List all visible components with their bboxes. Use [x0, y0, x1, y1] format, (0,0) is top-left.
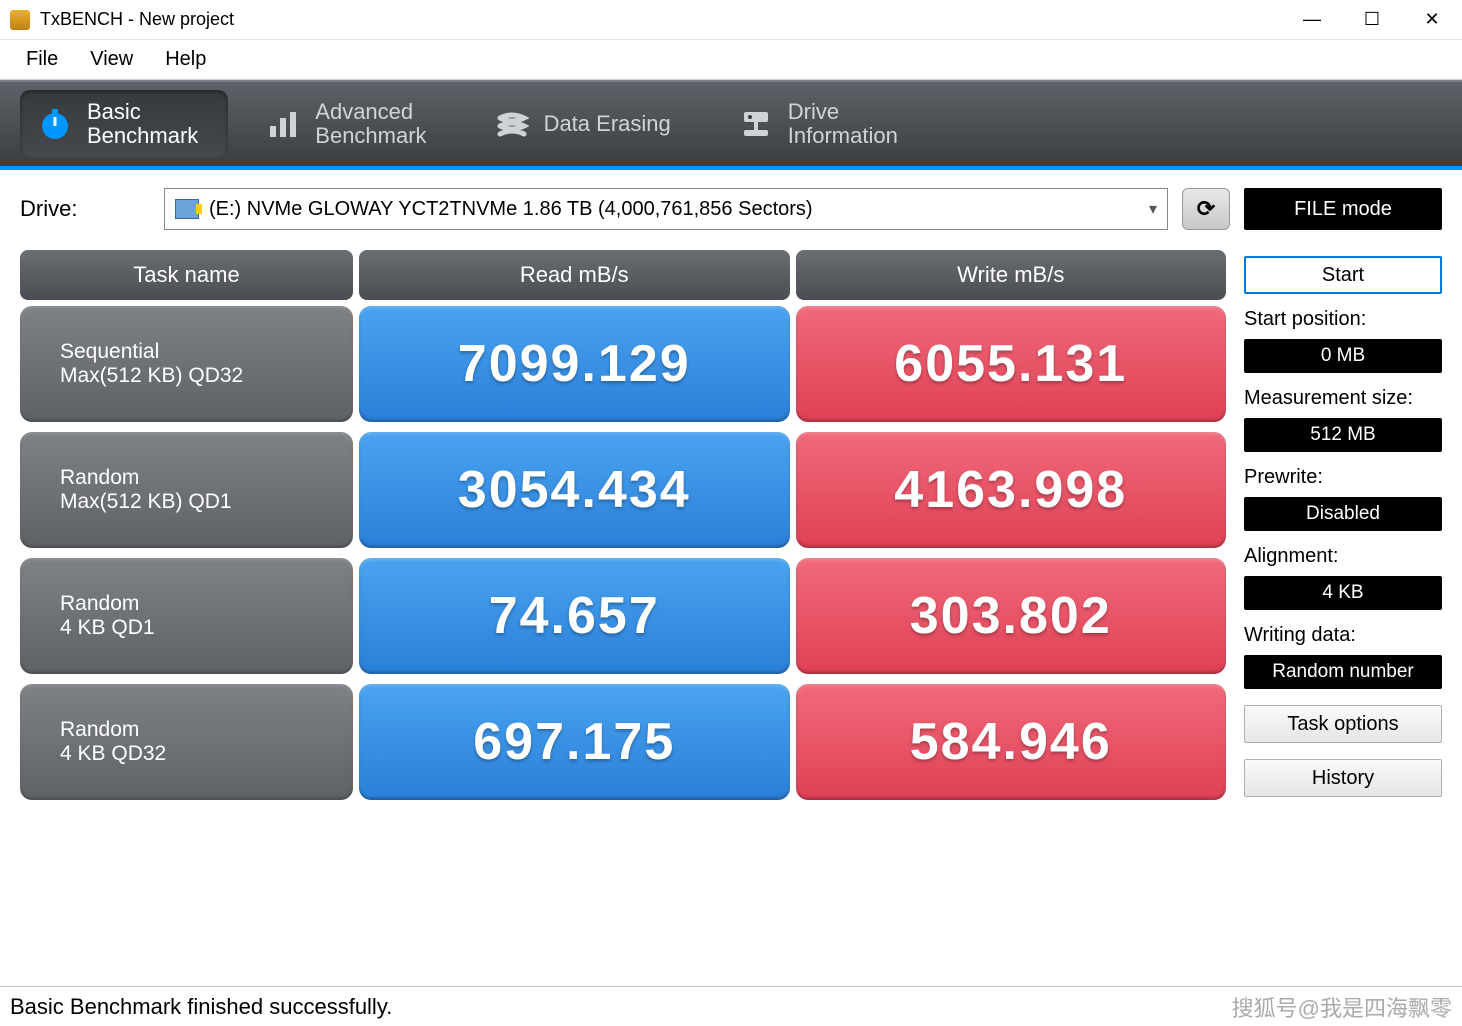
tab-label: Data Erasing	[544, 112, 671, 136]
menubar: File View Help	[0, 40, 1462, 80]
task-name: Random	[60, 718, 353, 742]
write-value: 584.946	[796, 684, 1227, 800]
start-position-label: Start position:	[1244, 308, 1442, 331]
task-cell[interactable]: Random 4 KB QD1	[20, 558, 353, 674]
measurement-size-value[interactable]: 512 MB	[1244, 418, 1442, 452]
header-write: Write mB/s	[796, 250, 1227, 300]
tab-label: Drive	[788, 100, 898, 124]
menu-file[interactable]: File	[10, 42, 74, 77]
menu-help[interactable]: Help	[149, 42, 222, 77]
tabbar: Basic Benchmark Advanced Benchmark Data …	[0, 80, 1462, 170]
task-detail: 4 KB QD1	[60, 616, 353, 640]
sidebar: Start Start position: 0 MB Measurement s…	[1244, 250, 1442, 976]
eraser-icon	[492, 104, 532, 144]
drive-select[interactable]: (E:) NVMe GLOWAY YCT2TNVMe 1.86 TB (4,00…	[164, 188, 1168, 230]
write-value: 4163.998	[796, 432, 1227, 548]
read-value: 3054.434	[359, 432, 790, 548]
prewrite-value[interactable]: Disabled	[1244, 497, 1442, 531]
watermark: 搜狐号@我是四海飘零	[1232, 991, 1452, 1023]
tab-label: Benchmark	[87, 124, 198, 148]
file-mode-button[interactable]: FILE mode	[1244, 188, 1442, 230]
bars-icon	[263, 104, 303, 144]
read-value: 74.657	[359, 558, 790, 674]
prewrite-label: Prewrite:	[1244, 466, 1442, 489]
tab-data-erasing[interactable]: Data Erasing	[477, 94, 701, 154]
read-value: 7099.129	[359, 306, 790, 422]
drive-icon	[736, 104, 776, 144]
refresh-icon: ⟳	[1197, 196, 1215, 222]
minimize-button[interactable]: —	[1282, 0, 1342, 40]
results-header: Task name Read mB/s Write mB/s	[20, 250, 1226, 300]
writing-data-label: Writing data:	[1244, 624, 1442, 647]
task-detail: Max(512 KB) QD32	[60, 364, 353, 388]
disk-icon	[175, 199, 199, 219]
results-panel: Task name Read mB/s Write mB/s Sequentia…	[20, 250, 1226, 976]
task-detail: 4 KB QD32	[60, 742, 353, 766]
start-button[interactable]: Start	[1244, 256, 1442, 294]
tab-label: Advanced	[315, 100, 426, 124]
close-button[interactable]: ✕	[1402, 0, 1462, 40]
titlebar: TxBENCH - New project — ☐ ✕	[0, 0, 1462, 40]
tab-label: Basic	[87, 100, 198, 124]
tab-label: Benchmark	[315, 124, 426, 148]
history-button[interactable]: History	[1244, 759, 1442, 797]
writing-data-value[interactable]: Random number	[1244, 655, 1442, 689]
result-row: Random 4 KB QD32 697.175 584.946	[20, 684, 1226, 800]
write-value: 6055.131	[796, 306, 1227, 422]
task-name: Sequential	[60, 340, 353, 364]
tab-drive-information[interactable]: Drive Information	[721, 90, 928, 158]
start-position-value[interactable]: 0 MB	[1244, 339, 1442, 373]
write-value: 303.802	[796, 558, 1227, 674]
maximize-button[interactable]: ☐	[1342, 0, 1402, 40]
tab-label: Information	[788, 124, 898, 148]
chevron-down-icon: ▾	[1149, 199, 1157, 219]
drive-value: (E:) NVMe GLOWAY YCT2TNVMe 1.86 TB (4,00…	[209, 198, 813, 221]
window-controls: — ☐ ✕	[1282, 0, 1462, 40]
tab-advanced-benchmark[interactable]: Advanced Benchmark	[248, 90, 456, 158]
alignment-label: Alignment:	[1244, 545, 1442, 568]
statusbar: Basic Benchmark finished successfully. 搜…	[0, 986, 1462, 1026]
menu-view[interactable]: View	[74, 42, 149, 77]
result-row: Random Max(512 KB) QD1 3054.434 4163.998	[20, 432, 1226, 548]
task-name: Random	[60, 592, 353, 616]
app-icon	[10, 10, 30, 30]
task-detail: Max(512 KB) QD1	[60, 490, 353, 514]
task-options-button[interactable]: Task options	[1244, 705, 1442, 743]
task-cell[interactable]: Sequential Max(512 KB) QD32	[20, 306, 353, 422]
result-row: Random 4 KB QD1 74.657 303.802	[20, 558, 1226, 674]
tab-basic-benchmark[interactable]: Basic Benchmark	[20, 90, 228, 158]
stopwatch-icon	[35, 104, 75, 144]
result-row: Sequential Max(512 KB) QD32 7099.129 605…	[20, 306, 1226, 422]
drive-row: Drive: (E:) NVMe GLOWAY YCT2TNVMe 1.86 T…	[0, 170, 1462, 240]
refresh-button[interactable]: ⟳	[1182, 188, 1230, 230]
task-cell[interactable]: Random Max(512 KB) QD1	[20, 432, 353, 548]
main-area: Task name Read mB/s Write mB/s Sequentia…	[0, 240, 1462, 986]
header-task-name: Task name	[20, 250, 353, 300]
status-text: Basic Benchmark finished successfully.	[10, 994, 392, 1020]
read-value: 697.175	[359, 684, 790, 800]
alignment-value[interactable]: 4 KB	[1244, 576, 1442, 610]
drive-label: Drive:	[20, 196, 150, 222]
measurement-size-label: Measurement size:	[1244, 387, 1442, 410]
task-cell[interactable]: Random 4 KB QD32	[20, 684, 353, 800]
window-title: TxBENCH - New project	[40, 9, 234, 30]
task-name: Random	[60, 466, 353, 490]
header-read: Read mB/s	[359, 250, 790, 300]
